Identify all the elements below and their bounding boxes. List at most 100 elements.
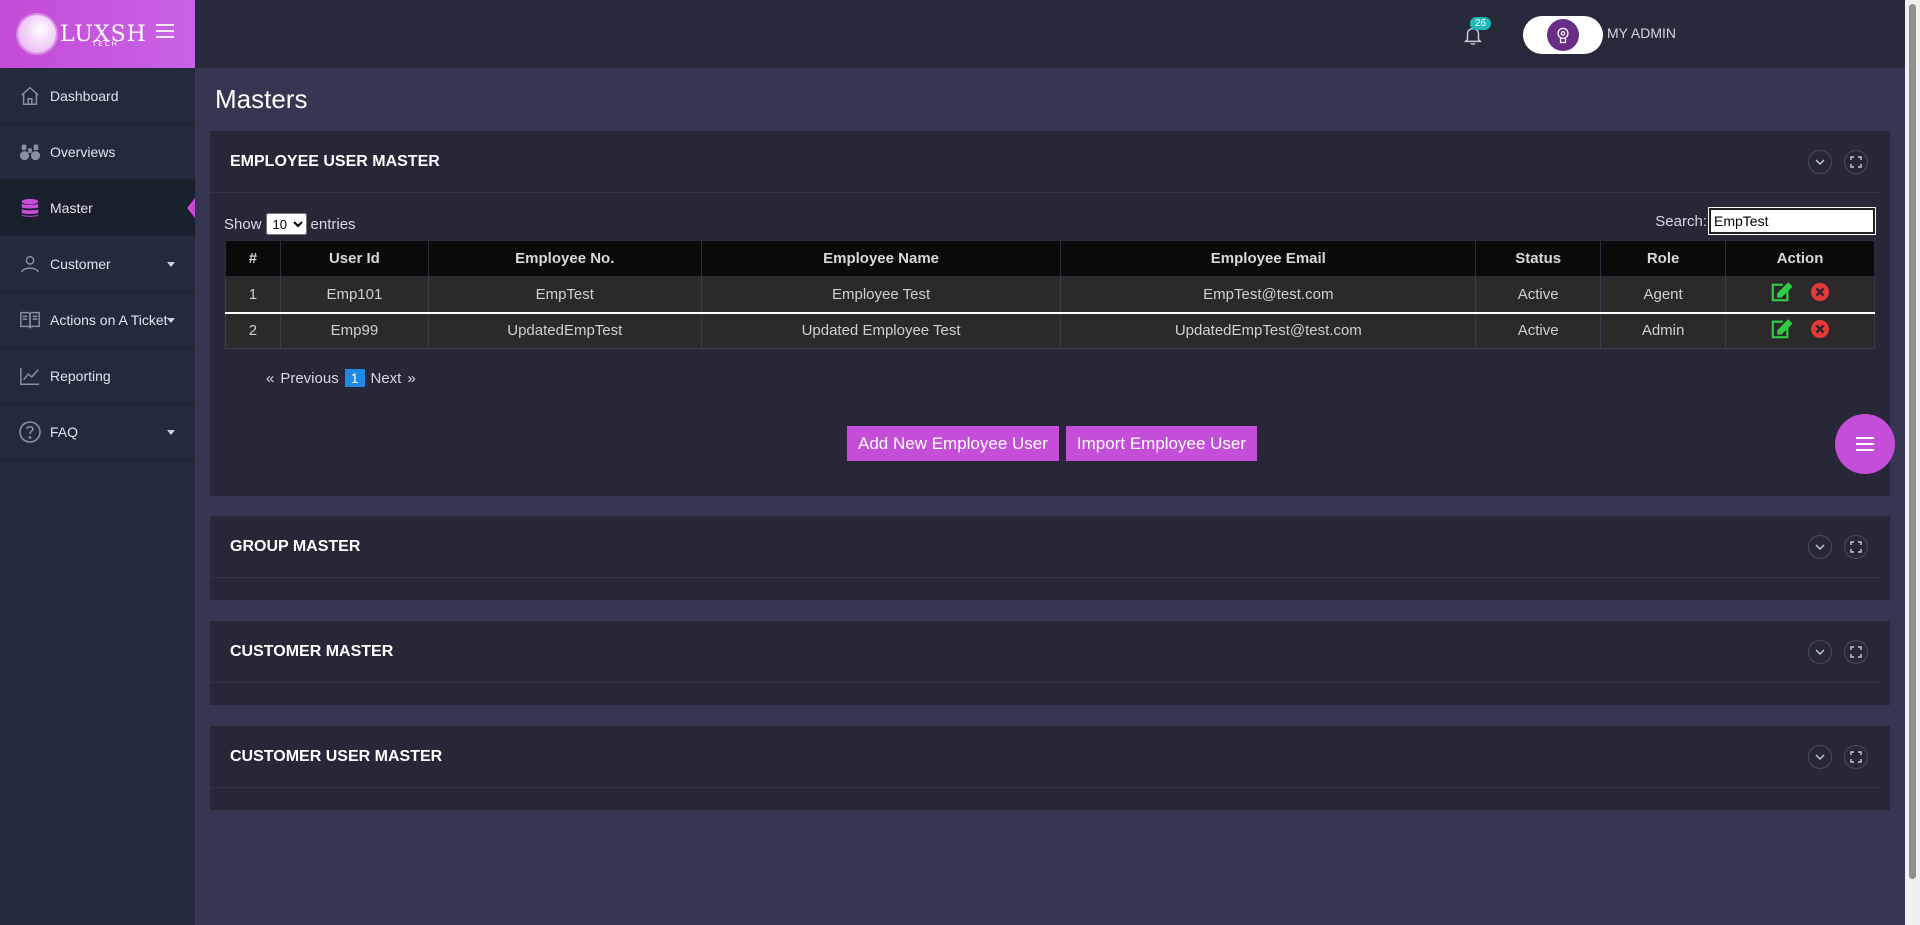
panel-title: GROUP MASTER: [230, 537, 361, 555]
sidebar-item-label: FAQ: [50, 423, 79, 440]
column-header[interactable]: Employee No.: [427, 240, 702, 277]
customer-user-master-panel: CUSTOMER USER MASTER: [210, 726, 1890, 810]
search-label: Search:: [1655, 212, 1707, 230]
sidebar-item-label: Dashboard: [50, 87, 119, 104]
floating-menu-button[interactable]: [1835, 414, 1895, 474]
chevron-down-icon: [167, 262, 175, 267]
database-icon: [18, 196, 42, 220]
sidebar-item-customer[interactable]: Customer: [0, 236, 195, 292]
column-header[interactable]: Employee Email: [1060, 240, 1477, 277]
fullscreen-button[interactable]: [1844, 150, 1868, 174]
cell-employee-email: EmpTest@test.com: [1060, 276, 1477, 313]
panel-tools: [1808, 150, 1868, 174]
panel-title: CUSTOMER USER MASTER: [230, 747, 443, 765]
sidebar-item-label: Customer: [50, 255, 111, 272]
column-header[interactable]: Role: [1600, 240, 1727, 277]
fullscreen-button[interactable]: [1844, 535, 1868, 559]
chevron-down-icon: [1815, 754, 1825, 760]
last-page-link[interactable]: »: [407, 370, 415, 387]
search-input[interactable]: [1708, 207, 1876, 235]
edit-icon[interactable]: [1770, 319, 1793, 339]
chevron-down-icon: [1815, 649, 1825, 655]
cell-employee-email: UpdatedEmpTest@test.com: [1060, 311, 1477, 349]
previous-link[interactable]: Previous: [280, 370, 338, 387]
fullscreen-button[interactable]: [1844, 745, 1868, 769]
page-scrollbar[interactable]: [1905, 0, 1920, 925]
panel-title: EMPLOYEE USER MASTER: [230, 152, 440, 170]
entries-control: Show 10 entries: [224, 213, 356, 235]
expand-icon: [1850, 751, 1862, 763]
sidebar-item-dashboard[interactable]: Dashboard: [0, 68, 195, 124]
sidebar-item-master[interactable]: Master: [0, 180, 195, 236]
sidebar-item-reporting[interactable]: Reporting: [0, 348, 195, 404]
sidebar-item-label: Overviews: [50, 143, 116, 160]
panel-header: CUSTOMER MASTER: [210, 621, 1880, 683]
cell-user-id: Emp99: [279, 311, 429, 349]
table-row: 1 Emp101 EmpTest Employee Test EmpTest@t…: [225, 276, 1875, 313]
sidebar-item-faq[interactable]: FAQ: [0, 404, 195, 460]
cell-action: [1725, 276, 1875, 313]
book-icon: [18, 308, 42, 332]
entries-select[interactable]: 10: [265, 213, 307, 235]
column-header[interactable]: Employee Name: [700, 240, 1062, 277]
brand-sub: TECH: [92, 40, 119, 48]
first-page-link[interactable]: «: [266, 370, 274, 387]
group-master-panel: GROUP MASTER: [210, 516, 1890, 600]
cell-index: 2: [225, 311, 281, 349]
avatar-button[interactable]: [1523, 16, 1603, 54]
cell-status: Active: [1475, 311, 1602, 349]
employee-user-master-panel: EMPLOYEE USER MASTER Show 10 entries Sea…: [210, 131, 1890, 496]
cell-role: Admin: [1600, 311, 1727, 349]
panel-tools: [1808, 535, 1868, 559]
sidebar-item-label: Master: [50, 199, 93, 216]
scrollbar-thumb[interactable]: [1909, 4, 1916, 879]
column-header[interactable]: Status: [1475, 240, 1602, 277]
chart-line-icon: [18, 364, 42, 388]
notification-badge: 26: [1470, 17, 1492, 30]
page-title: Masters: [215, 84, 308, 114]
edit-icon[interactable]: [1770, 282, 1793, 302]
table-row: 2 Emp99 UpdatedEmpTest Updated Employee …: [225, 311, 1875, 349]
column-header[interactable]: #: [225, 240, 281, 277]
cell-user-id: Emp101: [279, 276, 429, 313]
sidebar: LUXSH TECH Dashboard Overviews Master Cu…: [0, 0, 195, 925]
cell-employee-no: EmpTest: [427, 276, 702, 313]
sidebar-toggle-icon[interactable]: [156, 24, 174, 38]
cell-role: Agent: [1600, 276, 1727, 313]
cell-employee-name: Employee Test: [700, 276, 1062, 313]
cell-employee-name: Updated Employee Test: [700, 311, 1062, 349]
pagination: « Previous 1 Next »: [266, 369, 416, 387]
delete-icon[interactable]: [1810, 319, 1830, 339]
logo-bar: LUXSH TECH: [0, 0, 195, 68]
sidebar-item-overviews[interactable]: Overviews: [0, 124, 195, 180]
panel-tools: [1808, 745, 1868, 769]
panel-header: GROUP MASTER: [210, 516, 1880, 578]
cell-index: 1: [225, 276, 281, 313]
panel-tools: [1808, 640, 1868, 664]
expand-icon: [1850, 541, 1862, 553]
sidebar-item-label: Actions on A Ticket: [50, 311, 168, 328]
expand-icon: [1850, 156, 1862, 168]
collapse-button[interactable]: [1808, 640, 1832, 664]
panel-header: CUSTOMER USER MASTER: [210, 726, 1880, 788]
employee-table: # User Id Employee No. Employee Name Emp…: [225, 240, 1875, 349]
customer-master-panel: CUSTOMER MASTER: [210, 621, 1890, 705]
sidebar-item-actions-on-a-ticket[interactable]: Actions on A Ticket: [0, 292, 195, 348]
cell-action: [1725, 311, 1875, 349]
collapse-button[interactable]: [1808, 745, 1832, 769]
avatar: [1547, 19, 1579, 51]
panel-actions: Add New Employee User Import Employee Us…: [847, 426, 1258, 461]
admin-name[interactable]: MY ADMIN: [1607, 25, 1676, 41]
add-employee-user-button[interactable]: Add New Employee User: [847, 426, 1059, 461]
table-header-row: # User Id Employee No. Employee Name Emp…: [225, 240, 1875, 277]
user-icon: [18, 252, 42, 276]
page-number[interactable]: 1: [344, 369, 365, 387]
column-header[interactable]: User Id: [279, 240, 429, 277]
collapse-button[interactable]: [1808, 150, 1832, 174]
collapse-button[interactable]: [1808, 535, 1832, 559]
delete-icon[interactable]: [1810, 282, 1830, 302]
cell-employee-no: UpdatedEmpTest: [427, 311, 702, 349]
import-employee-user-button[interactable]: Import Employee User: [1065, 426, 1258, 461]
fullscreen-button[interactable]: [1844, 640, 1868, 664]
next-link[interactable]: Next: [371, 370, 402, 387]
